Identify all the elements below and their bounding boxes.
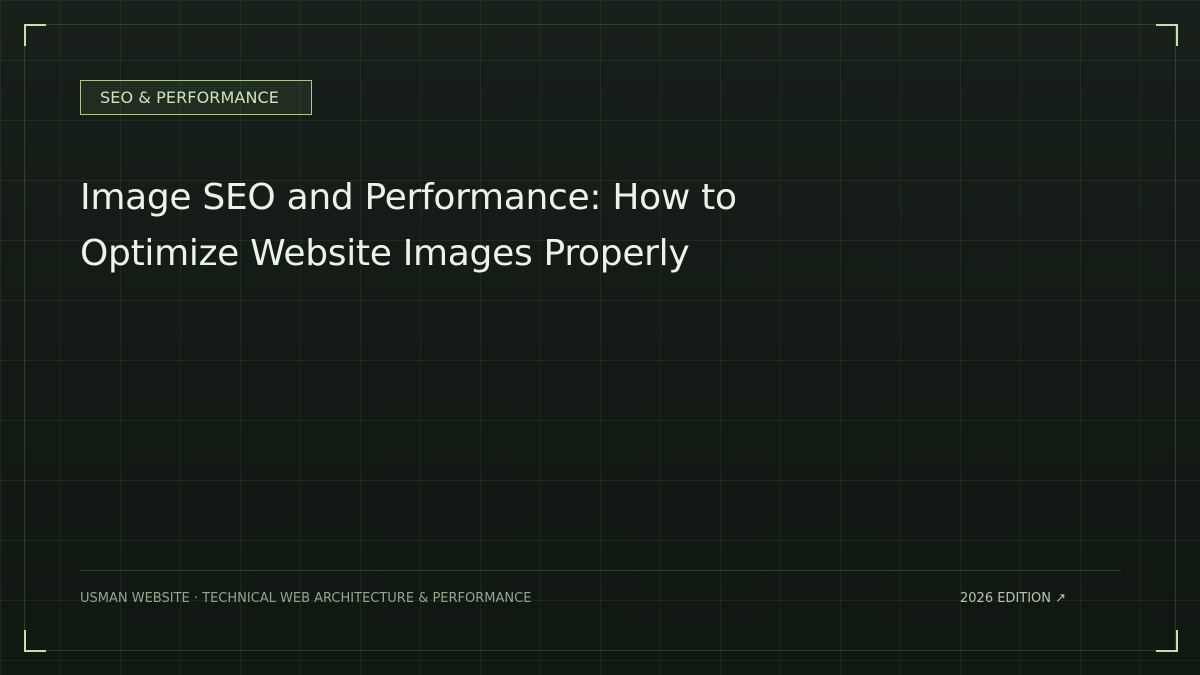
card-frame (24, 24, 1176, 651)
corner-bracket-bottom-left (24, 630, 46, 652)
title-line-2: Optimize Website Images Properly (80, 233, 690, 274)
corner-bracket-top-left (24, 24, 46, 46)
corner-bracket-top-right (1156, 24, 1178, 46)
page-title: Image SEO and Performance: How to Optimi… (80, 170, 780, 282)
footer-divider (80, 570, 1121, 571)
corner-bracket-bottom-right (1156, 630, 1178, 652)
category-tag: SEO & PERFORMANCE (80, 80, 312, 115)
title-line-1: Image SEO and Performance: How to (80, 177, 737, 218)
site-byline: USMAN WEBSITE · TECHNICAL WEB ARCHITECTU… (80, 591, 532, 606)
edition-label: 2026 EDITION ↗ (960, 591, 1067, 606)
